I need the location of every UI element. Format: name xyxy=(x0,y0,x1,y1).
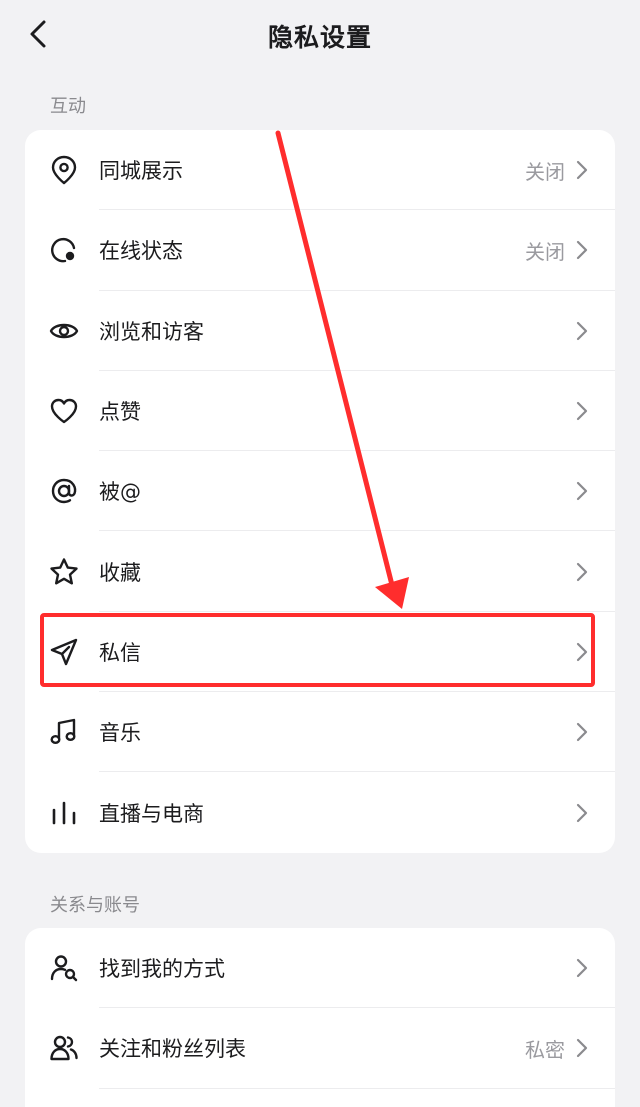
relations-card: 找到我的方式 关注和粉丝列表 私密 xyxy=(25,928,615,1107)
row-label: 点赞 xyxy=(99,400,141,425)
row-label: 直播与电商 xyxy=(99,801,204,826)
row-nearby-display[interactable]: 同城展示 关闭 xyxy=(25,130,615,211)
row-label: 关注和粉丝列表 xyxy=(99,1037,246,1062)
row-follow-fans-list[interactable]: 关注和粉丝列表 私密 xyxy=(25,1008,615,1089)
chevron-right-icon xyxy=(575,802,589,824)
row-value: 私密 xyxy=(525,1037,565,1062)
chevron-right-icon xyxy=(575,957,589,979)
chevron-right-icon xyxy=(575,641,589,663)
at-icon xyxy=(49,476,79,506)
star-icon xyxy=(49,557,79,587)
row-likes[interactable]: 点赞 xyxy=(25,371,615,452)
section-title-relations: 关系与账号 xyxy=(50,895,140,916)
divider xyxy=(99,1087,615,1089)
row-label: 被@ xyxy=(99,480,141,505)
chevron-right-icon xyxy=(575,480,589,502)
online-status-icon xyxy=(49,235,79,265)
chevron-right-icon xyxy=(575,320,589,342)
row-label: 找到我的方式 xyxy=(99,957,225,982)
row-music[interactable]: 音乐 xyxy=(25,692,615,773)
row-find-me[interactable]: 找到我的方式 xyxy=(25,928,615,1009)
row-label: 私信 xyxy=(99,640,141,665)
row-value: 关闭 xyxy=(525,239,565,264)
location-pin-icon xyxy=(49,155,79,185)
row-mentions[interactable]: 被@ xyxy=(25,451,615,532)
row-label: 浏览和访客 xyxy=(99,319,204,344)
row-value: 关闭 xyxy=(525,159,565,184)
find-user-icon xyxy=(49,953,79,983)
row-browse-visitors[interactable]: 浏览和访客 xyxy=(25,291,615,371)
interaction-card: 同城展示 关闭 在线状态 关闭 浏览和访客 点赞 被@ 收藏 私信 音乐 直播与… xyxy=(25,130,615,853)
chevron-right-icon xyxy=(575,561,589,583)
eye-icon xyxy=(49,316,79,346)
row-direct-messages[interactable]: 私信 xyxy=(25,612,615,693)
row-favorites[interactable]: 收藏 xyxy=(25,531,615,612)
chevron-right-icon xyxy=(575,159,589,181)
privacy-settings-page: 隐私设置 互动 同城展示 关闭 在线状态 关闭 浏览和访客 点赞 被@ 收藏 私… xyxy=(0,0,640,1107)
chevron-right-icon xyxy=(575,400,589,422)
chevron-right-icon xyxy=(575,1037,589,1059)
music-note-icon xyxy=(49,717,79,747)
page-title: 隐私设置 xyxy=(267,23,372,52)
header: 隐私设置 xyxy=(0,0,640,70)
users-icon xyxy=(49,1033,79,1063)
row-label: 同城展示 xyxy=(99,159,183,184)
row-label: 收藏 xyxy=(99,560,141,585)
heart-icon xyxy=(49,396,79,426)
row-label: 音乐 xyxy=(99,721,141,746)
chevron-right-icon xyxy=(575,721,589,743)
bar-chart-icon xyxy=(49,798,79,828)
row-live-commerce[interactable]: 直播与电商 xyxy=(25,772,615,852)
paper-plane-icon xyxy=(49,637,79,667)
section-title-interaction: 互动 xyxy=(50,96,86,117)
chevron-right-icon xyxy=(575,239,589,261)
row-label: 在线状态 xyxy=(99,239,183,264)
row-online-status[interactable]: 在线状态 关闭 xyxy=(25,210,615,291)
